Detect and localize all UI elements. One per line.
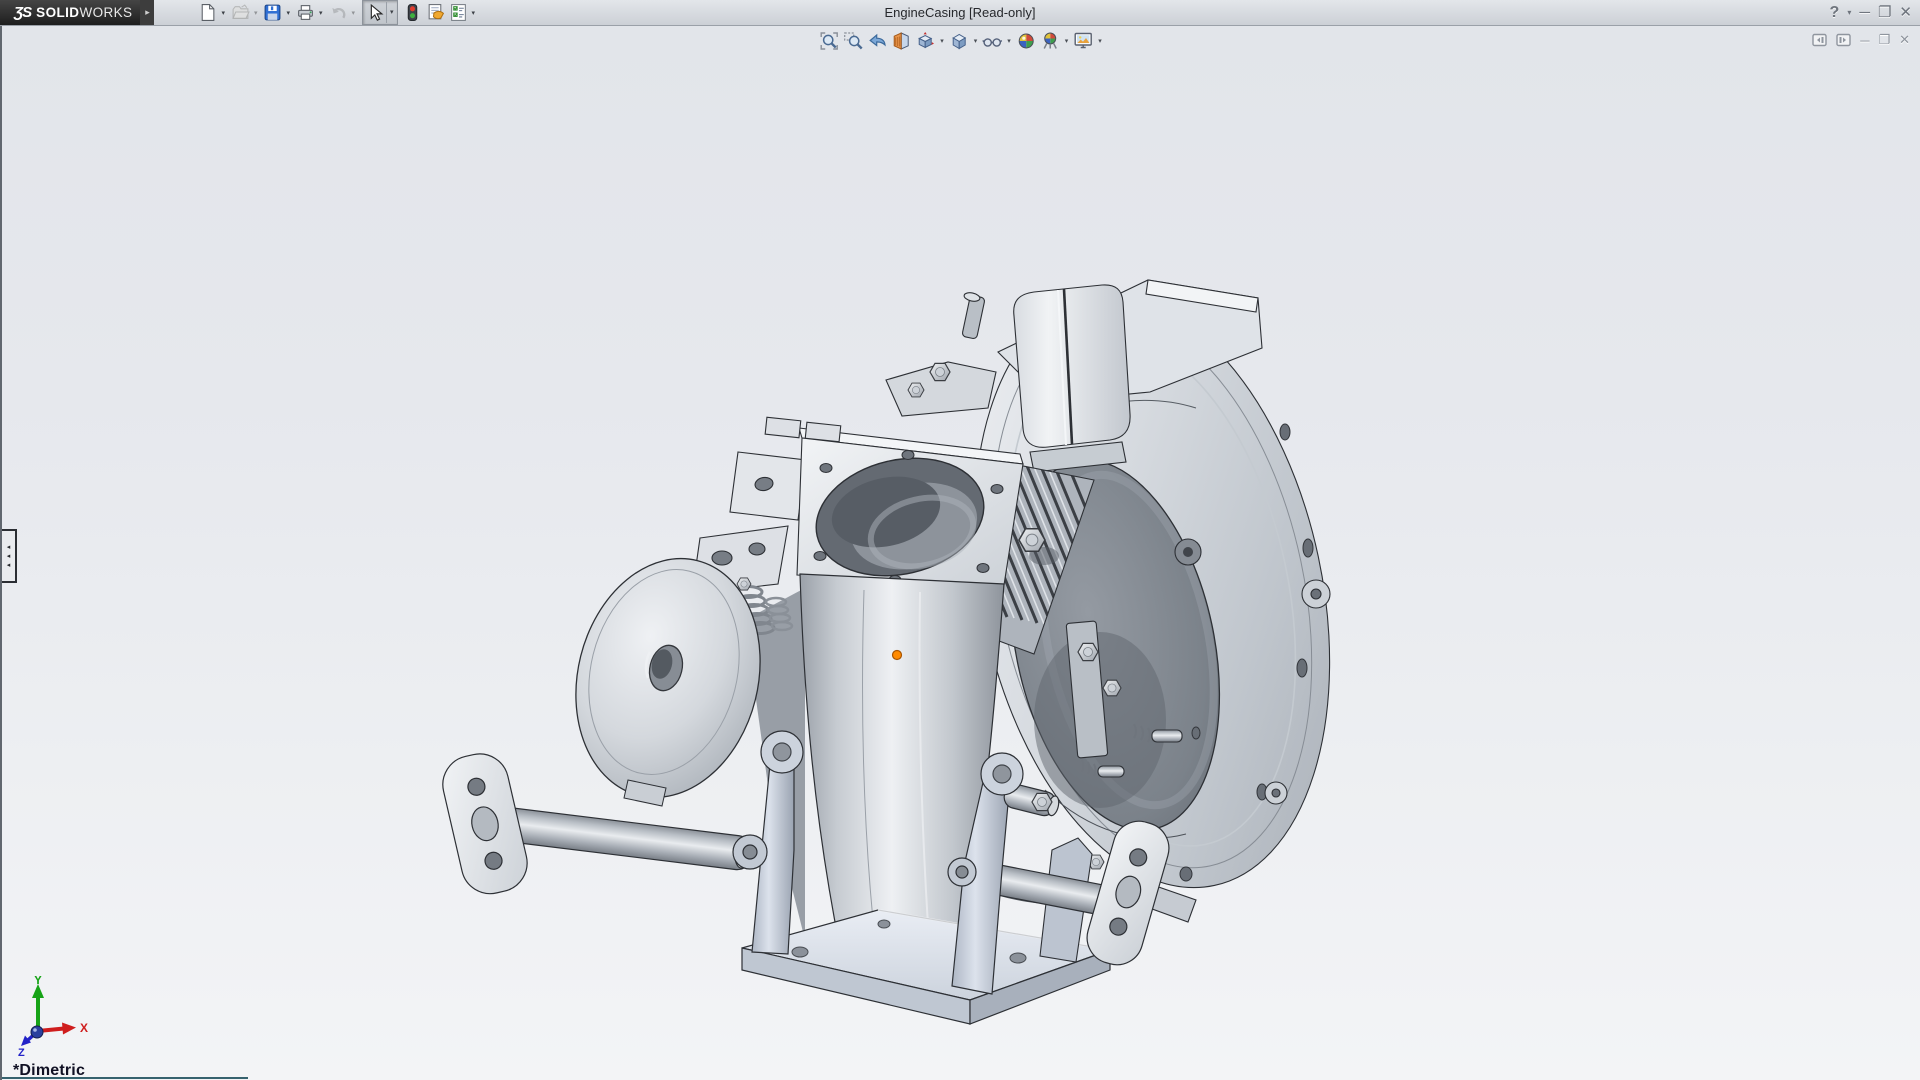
new-document-button[interactable] (196, 1, 219, 24)
select-cursor-icon (365, 3, 384, 22)
print-dropdown[interactable]: ▾ (319, 9, 323, 17)
document-close-button[interactable]: ✕ (1899, 32, 1910, 48)
menu-expand-arrow[interactable]: ▸ (140, 0, 154, 25)
undo-icon (329, 3, 348, 22)
rebuild-button[interactable] (401, 1, 424, 24)
triad-y-label: Y (34, 976, 42, 987)
document-minimize-button[interactable]: ─ (1860, 33, 1869, 48)
zoom-to-area-button[interactable] (841, 29, 865, 53)
zoom-to-area-icon (843, 31, 863, 51)
appearance-sphere-icon (1016, 31, 1036, 51)
document-window-controls: ─ ❐ ✕ (1812, 32, 1910, 48)
close-button[interactable]: ✕ (1899, 0, 1912, 25)
apply-scene-icon (1040, 31, 1060, 51)
traffic-light-icon (403, 3, 422, 22)
document-title: EngineCasing [Read-only] (884, 5, 1035, 20)
eyeglasses-icon (982, 31, 1002, 51)
document-restore-button[interactable]: ❐ (1878, 32, 1890, 48)
solidworks-window: ƷS SOLID WORKS ▸ ▾ ▾ (0, 0, 1920, 1080)
headsup-view-toolbar: ▾ ▾ ▾ (817, 29, 1105, 53)
solidworks-logo: ƷS SOLID WORKS ▸ (0, 0, 154, 25)
file-properties-icon (426, 3, 445, 22)
pane-right-icon (1836, 33, 1851, 47)
brand-works: WORKS (79, 5, 132, 20)
collapse-arrow-icon: ◂ (7, 543, 11, 552)
pane-left-icon (1812, 33, 1827, 47)
display-style-button[interactable] (947, 29, 971, 53)
select-dropdown[interactable]: ▾ (386, 2, 397, 23)
view-settings-dropdown[interactable]: ▾ (1098, 37, 1102, 45)
new-document-icon (198, 3, 217, 22)
previous-view-button[interactable] (865, 29, 889, 53)
section-view-button[interactable] (889, 29, 913, 53)
brand-glyph-icon: ƷS (14, 4, 31, 21)
section-view-icon (891, 31, 911, 51)
featuremanager-collapsed-tab[interactable]: ◂ ◂ ◂ (2, 529, 17, 583)
undo-dropdown[interactable]: ▾ (352, 9, 356, 17)
triad-x-label: X (80, 1021, 88, 1035)
restore-button[interactable]: ❐ (1878, 0, 1891, 25)
selection-point[interactable] (893, 651, 902, 660)
view-orientation-button[interactable] (913, 29, 937, 53)
graphics-area[interactable]: ▾ ▾ ▾ (0, 26, 1920, 1080)
select-tool-group: ▾ (362, 0, 398, 25)
view-orientation-icon (915, 31, 935, 51)
stand-front-left-arm (733, 731, 803, 954)
engine-casing-model[interactable] (0, 0, 1920, 1080)
brand-solid: SOLID (36, 5, 79, 20)
edit-appearance-button[interactable] (1014, 29, 1038, 53)
file-properties-button[interactable] (424, 1, 447, 24)
print-button[interactable] (294, 1, 317, 24)
open-dropdown[interactable]: ▾ (254, 9, 258, 17)
minimize-button[interactable]: ─ (1859, 0, 1870, 25)
status-edge-line (2, 1077, 248, 1079)
open-folder-icon (231, 3, 250, 22)
zoom-to-fit-button[interactable] (817, 29, 841, 53)
help-dropdown[interactable]: ▾ (1847, 8, 1851, 17)
display-style-icon (949, 31, 969, 51)
collapse-arrow-icon: ◂ (7, 552, 11, 561)
help-button[interactable]: ? (1830, 0, 1840, 25)
save-floppy-icon (263, 3, 282, 22)
view-settings-button[interactable] (1071, 29, 1095, 53)
apply-scene-dropdown[interactable]: ▾ (1065, 37, 1069, 45)
window-controls: ? ▾ ─ ❐ ✕ (1830, 0, 1912, 25)
new-dropdown[interactable]: ▾ (221, 9, 225, 17)
save-dropdown[interactable]: ▾ (286, 9, 290, 17)
print-icon (296, 3, 315, 22)
previous-view-icon (867, 31, 887, 51)
options-button[interactable] (447, 1, 470, 24)
save-button[interactable] (261, 1, 284, 24)
standard-toolbar: ▾ ▾ ▾ (196, 0, 479, 25)
collapse-arrow-icon: ◂ (7, 561, 11, 570)
zoom-to-fit-icon (819, 31, 839, 51)
triad-z-label: Z (18, 1047, 25, 1059)
open-button[interactable] (229, 1, 252, 24)
view-orientation-dropdown[interactable]: ▾ (940, 37, 944, 45)
undo-button[interactable] (327, 1, 350, 24)
options-dropdown[interactable]: ▾ (472, 9, 476, 17)
display-style-dropdown[interactable]: ▾ (974, 37, 978, 45)
hide-show-items-dropdown[interactable]: ▾ (1007, 37, 1011, 45)
hide-show-items-button[interactable] (980, 29, 1004, 53)
pane-left-button[interactable] (1812, 33, 1827, 47)
options-checklist-icon (449, 3, 468, 22)
view-settings-icon (1073, 31, 1093, 51)
apply-scene-button[interactable] (1038, 29, 1062, 53)
titlebar: ƷS SOLID WORKS ▸ ▾ ▾ (0, 0, 1920, 26)
select-tool-button[interactable] (363, 2, 386, 23)
pane-right-button[interactable] (1836, 33, 1851, 47)
